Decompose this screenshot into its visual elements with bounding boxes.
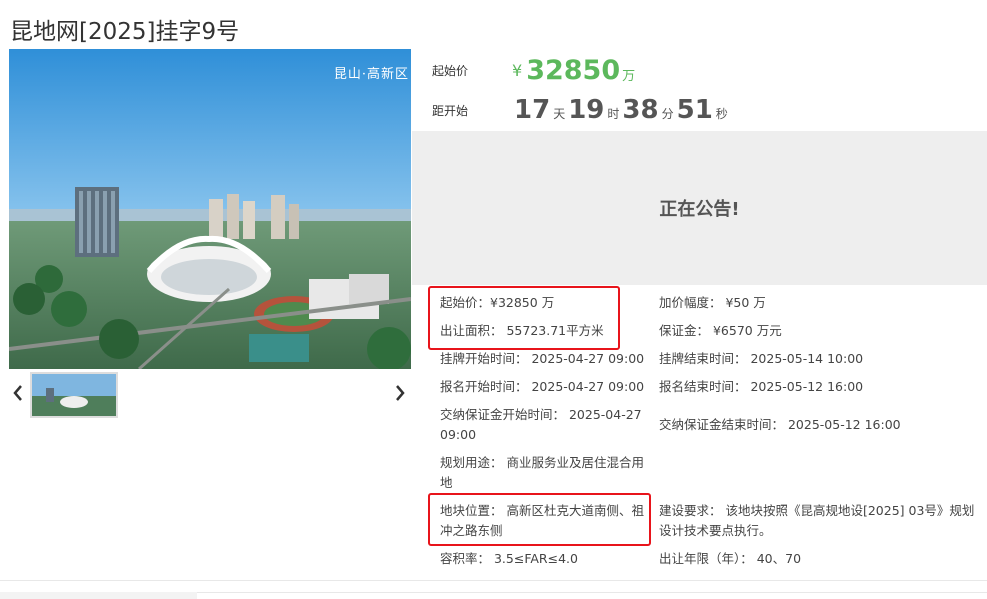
countdown-seconds-unit: 秒 [715,106,728,121]
detail-usage-line2: 地 [440,475,453,490]
highlight-box-location [428,493,651,546]
detail-usage-line1: 规划用途： 商业服务业及居住混合用 [440,455,644,470]
detail-deposit-start-line1: 交纳保证金开始时间： 2025-04-27 [440,407,642,422]
chevron-right-icon[interactable] [394,383,406,407]
start-price-value: 32850 [526,54,621,86]
detail-increment: 加价幅度： ¥50 万 [659,295,766,310]
detail-deposit: 保证金： ¥6570 万元 [659,323,782,338]
detail-deposit-end: 交纳保证金结束时间： 2025-05-12 16:00 [659,417,901,432]
countdown-seconds: 51 [676,95,713,125]
highlight-box-price-area [428,286,620,350]
bottom-tab[interactable] [0,592,197,599]
countdown-minutes: 38 [622,95,659,125]
divider [0,580,987,581]
start-price-headline: 起始价 ¥ 32850 万 [432,52,635,88]
thumbnail-image[interactable] [30,372,118,418]
countdown-label: 距开始 [432,103,469,118]
start-price-unit: 万 [622,68,636,84]
detail-signup-end: 报名结束时间： 2025-05-12 16:00 [659,379,864,394]
countdown-days: 17 [514,95,551,125]
page-title: 昆地网[2025]挂字9号 [10,19,240,45]
currency-symbol: ¥ [512,60,523,80]
main-photo: 昆山·高新区 [9,49,411,369]
detail-deposit-start-line2: 09:00 [440,427,477,442]
detail-term: 出让年限（年）： 40、70 [659,551,802,566]
countdown-hours-unit: 时 [607,106,620,121]
start-price-label: 起始价 [432,63,469,78]
countdown: 距开始 17 天 19 时 38 分 51 秒 [432,92,731,128]
countdown-hours: 19 [568,95,605,125]
detail-listing-end: 挂牌结束时间： 2025-05-14 10:00 [659,351,864,366]
divider [197,592,987,593]
announcement-status-box: 正在公告! [412,131,987,285]
aerial-city-photo [9,49,411,369]
detail-listing-start: 挂牌开始时间： 2025-04-27 09:00 [440,351,645,366]
countdown-days-unit: 天 [553,106,566,121]
detail-requirement-line2: 设计技术要点执行。 [659,523,772,538]
countdown-minutes-unit: 分 [661,106,674,121]
detail-signup-start: 报名开始时间： 2025-04-27 09:00 [440,379,645,394]
chevron-left-icon[interactable] [12,383,24,407]
detail-requirement-line1: 建设要求： 该地块按照《昆高规地设[2025] 03号》规划 [659,503,975,518]
announcement-status: 正在公告! [659,199,740,220]
detail-far: 容积率： 3.5≤FAR≤4.0 [440,551,578,566]
photo-watermark: 昆山·高新区 [333,67,409,82]
